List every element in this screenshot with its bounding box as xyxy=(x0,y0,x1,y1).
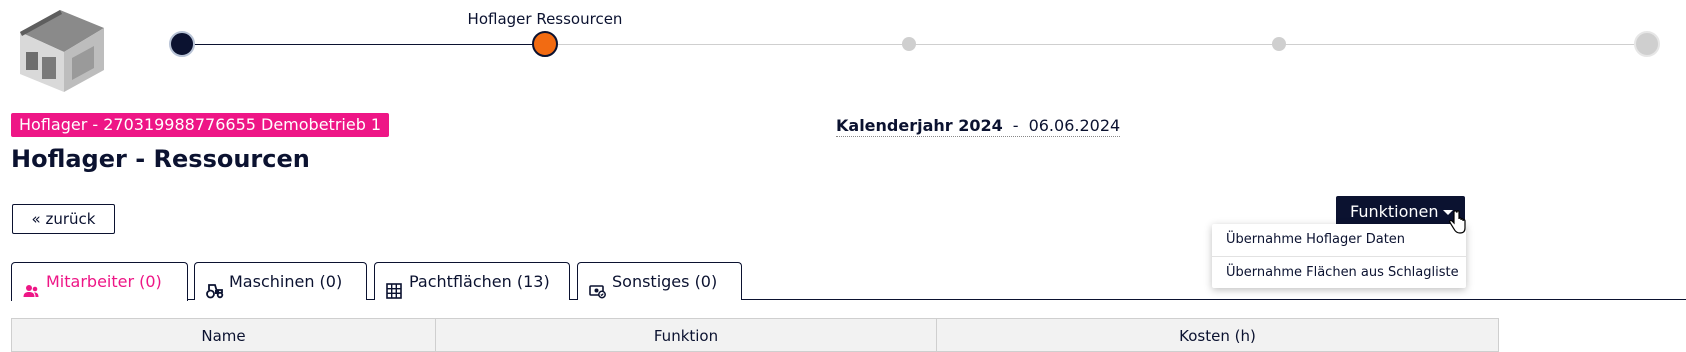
tab-label: Sonstiges (0) xyxy=(612,272,718,291)
progress-stepper: Hoflager Ressourcen xyxy=(169,10,1660,62)
step-4[interactable] xyxy=(1272,37,1286,51)
calendar-separator: - xyxy=(1012,116,1019,135)
stepper-line-done xyxy=(180,44,545,45)
farm-building-logo xyxy=(12,2,112,94)
tab-sonstiges[interactable]: Sonstiges (0) xyxy=(577,262,742,300)
hoflager-badge: Hoflager - 270319988776655 Demobetrieb 1 xyxy=(11,113,390,137)
step-1[interactable] xyxy=(169,31,195,57)
column-header-name[interactable]: Name xyxy=(12,319,436,352)
tab-label: Mitarbeiter (0) xyxy=(46,272,162,291)
tab-pachtflaechen[interactable]: Pachtflächen (13) xyxy=(374,262,570,300)
money-icon xyxy=(589,275,606,299)
calendar-year-label: Kalenderjahr 2024 xyxy=(836,116,1003,135)
column-header-kosten[interactable]: Kosten (h) xyxy=(937,319,1498,352)
functions-menu: Übernahme Hoflager Daten Übernahme Fläch… xyxy=(1212,224,1466,288)
table-header: Name Funktion Kosten (h) xyxy=(11,318,1499,352)
users-icon xyxy=(23,275,39,297)
column-header-funktion[interactable]: Funktion xyxy=(436,319,937,352)
calendar-year-info[interactable]: Kalenderjahr 2024-06.06.2024 xyxy=(836,116,1121,137)
tab-label: Pachtflächen (13) xyxy=(409,272,550,291)
step-5[interactable] xyxy=(1634,31,1660,57)
tractor-icon xyxy=(206,275,224,299)
tab-label: Maschinen (0) xyxy=(229,272,343,291)
calendar-date: 06.06.2024 xyxy=(1028,116,1121,135)
stepper-line-todo xyxy=(545,44,1645,45)
hand-pointer-cursor-icon xyxy=(1448,210,1468,236)
step-3[interactable] xyxy=(902,37,916,51)
page-title: Hoflager - Ressourcen xyxy=(11,145,310,173)
step-2-current[interactable] xyxy=(532,31,558,57)
tab-mitarbeiter[interactable]: Mitarbeiter (0) xyxy=(11,262,188,301)
tab-maschinen[interactable]: Maschinen (0) xyxy=(194,262,367,300)
step-current-label: Hoflager Ressourcen xyxy=(467,10,623,28)
menu-item-import-hoflager[interactable]: Übernahme Hoflager Daten xyxy=(1212,224,1466,256)
functions-button-label: Funktionen xyxy=(1350,202,1439,221)
grid-icon xyxy=(386,275,402,299)
back-button[interactable]: « zurück xyxy=(12,204,115,234)
menu-item-import-schlagliste[interactable]: Übernahme Flächen aus Schlagliste xyxy=(1212,256,1466,288)
